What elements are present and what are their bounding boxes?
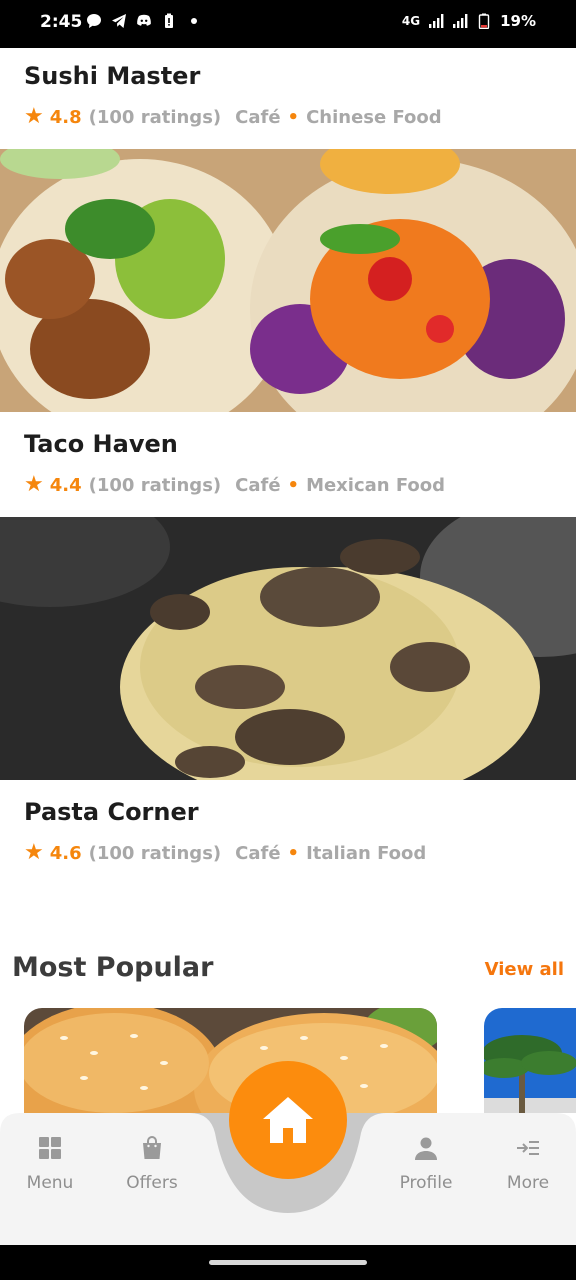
restaurant-name: Taco Haven [24, 430, 178, 458]
status-bar: 2:45 4G 19% [0, 0, 576, 48]
restaurant-name: Pasta Corner [24, 798, 199, 826]
signal-icon [429, 14, 444, 28]
tab-more[interactable]: More [483, 1135, 573, 1193]
restaurant-rating: 4.4 [49, 474, 82, 496]
tab-menu[interactable]: Menu [5, 1135, 95, 1193]
popular-card-burger[interactable] [24, 1008, 437, 1113]
restaurant-meta: ★ 4.6 (100 ratings) Café • Italian Food [24, 842, 426, 864]
restaurant-list[interactable]: Sushi Master ★ 4.8 (100 ratings) Café • … [0, 48, 576, 1113]
star-icon: ★ [24, 840, 44, 865]
restaurant-type: Café [235, 842, 281, 864]
restaurant-cuisine: Mexican Food [306, 474, 446, 496]
home-icon [263, 1097, 313, 1143]
battery-level: 19% [500, 12, 536, 30]
battery-icon [478, 13, 490, 29]
signal-icon-2 [453, 14, 468, 28]
tab-menu-label: Menu [26, 1173, 74, 1193]
restaurant-name: Sushi Master [24, 62, 201, 90]
restaurant-rating: 4.6 [49, 842, 82, 864]
restaurant-cuisine: Chinese Food [306, 106, 442, 128]
home-button[interactable] [229, 1061, 347, 1179]
system-nav-bar [0, 1245, 576, 1280]
pasta-photo [0, 517, 576, 780]
system-status: 4G 19% [402, 12, 536, 30]
restaurant-meta: ★ 4.8 (100 ratings) Café • Chinese Food [24, 106, 442, 128]
restaurant-ratings-count: (100 ratings) [88, 474, 222, 496]
separator-dot: • [287, 842, 300, 864]
restaurant-type: Café [235, 106, 281, 128]
restaurant-meta: ★ 4.4 (100 ratings) Café • Mexican Food [24, 474, 445, 496]
network-type: 4G [401, 14, 421, 28]
grid-icon [39, 1137, 61, 1159]
more-icon [517, 1141, 539, 1155]
chat-notification-icon [87, 14, 101, 28]
gesture-handle[interactable] [209, 1260, 367, 1265]
star-icon: ★ [24, 104, 44, 129]
most-popular-title: Most Popular [12, 952, 214, 983]
person-icon [415, 1137, 437, 1160]
discord-notification-icon [137, 14, 151, 26]
telegram-notification-icon [112, 14, 126, 28]
tab-profile-label: Profile [399, 1173, 453, 1193]
shopping-bag-icon [143, 1136, 161, 1159]
tab-offers-label: Offers [126, 1173, 178, 1193]
more-notifications-dot-icon [191, 18, 197, 24]
restaurant-type: Café [235, 474, 281, 496]
tab-more-label: More [506, 1173, 550, 1193]
separator-dot: • [287, 474, 300, 496]
tab-profile[interactable]: Profile [381, 1135, 471, 1193]
restaurant-image[interactable] [0, 149, 576, 412]
burger-photo [24, 1008, 437, 1113]
restaurant-ratings-count: (100 ratings) [88, 842, 222, 864]
battery-saver-notification-icon [165, 13, 173, 28]
restaurant-ratings-count: (100 ratings) [88, 106, 222, 128]
star-icon: ★ [24, 472, 44, 497]
tab-offers[interactable]: Offers [107, 1135, 197, 1193]
popular-card-palms[interactable] [484, 1008, 576, 1113]
restaurant-cuisine: Italian Food [306, 842, 427, 864]
palm-trees-photo [484, 1008, 576, 1113]
tacos-photo [0, 149, 576, 412]
view-all-link[interactable]: View all [485, 959, 564, 980]
restaurant-image[interactable] [0, 517, 576, 780]
status-time: 2:45 [40, 12, 83, 32]
separator-dot: • [287, 106, 300, 128]
notification-icons [86, 13, 202, 29]
restaurant-rating: 4.8 [49, 106, 82, 128]
